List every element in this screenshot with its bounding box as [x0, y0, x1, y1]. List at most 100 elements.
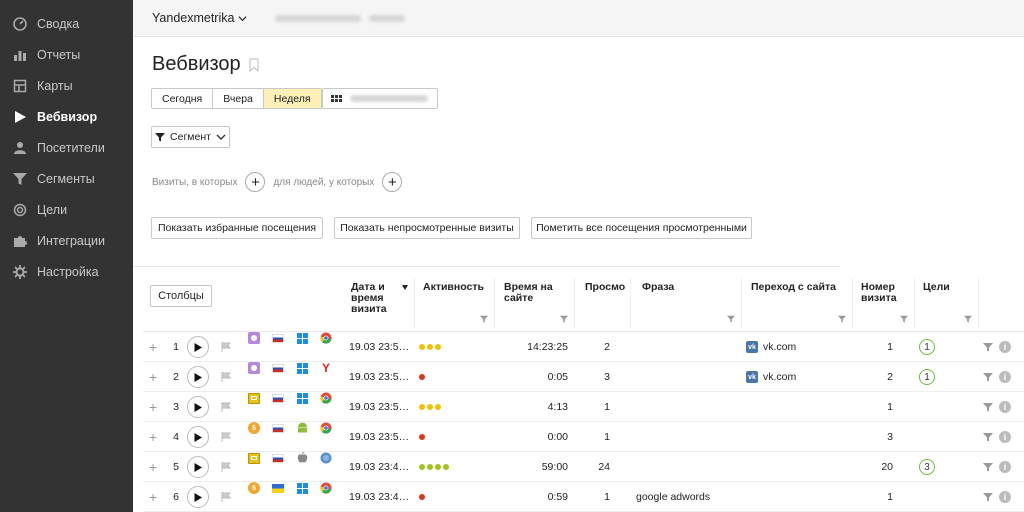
period-yesterday-button[interactable]: Вчера	[212, 89, 263, 108]
header-referrer[interactable]: Переход с сайта	[745, 278, 853, 328]
row-filter-icon[interactable]	[983, 482, 993, 512]
row-number: 4	[173, 431, 179, 443]
sidebar-item-puzzle[interactable]: Интеграции	[0, 225, 133, 256]
table-row[interactable]: +6 $19.03 23:4… 0:59 1 google adwords 1 i	[143, 482, 1024, 512]
expand-row-button[interactable]: +	[149, 452, 157, 482]
top-bar: Yandexmetrika	[133, 0, 1024, 37]
sidebar-item-bar-chart[interactable]: Отчеты	[0, 39, 133, 70]
filter-icon[interactable]	[900, 315, 908, 323]
sidebar-item-label: Интеграции	[37, 233, 106, 248]
direct-icon	[248, 332, 260, 344]
favorite-flag-icon[interactable]	[221, 482, 231, 512]
sidebar-item-user[interactable]: Посетители	[0, 132, 133, 163]
row-filter-icon[interactable]	[983, 422, 993, 452]
columns-button[interactable]: Столбцы	[150, 285, 212, 307]
chrome-icon	[320, 332, 332, 344]
favorite-flag-icon[interactable]	[221, 452, 231, 482]
period-week-button[interactable]: Неделя	[262, 89, 321, 108]
table-row[interactable]: +1 19.03 23:5… 14:23:25 2 vk vk.com 1 1 i	[143, 332, 1024, 362]
table-row[interactable]: +4 $19.03 23:5… 0:00 1 3 i	[143, 422, 1024, 452]
header-phrase[interactable]: Фраза	[636, 278, 742, 328]
filter-icon[interactable]	[964, 315, 972, 323]
expand-row-button[interactable]: +	[149, 392, 157, 422]
row-filter-icon[interactable]	[983, 332, 993, 362]
play-recording-button[interactable]	[187, 366, 209, 388]
favorite-flag-icon[interactable]	[221, 332, 231, 362]
sidebar-item-gear[interactable]: Настройка	[0, 256, 133, 287]
sidebar-item-label: Карты	[37, 78, 73, 93]
expand-row-button[interactable]: +	[149, 422, 157, 452]
bookmark-icon[interactable]	[249, 58, 259, 72]
goals-badge[interactable]: 3	[919, 452, 935, 482]
filter-icon[interactable]	[727, 315, 735, 323]
country-flag-icon	[272, 422, 284, 434]
page-views: 2	[604, 341, 610, 353]
favorite-flag-icon[interactable]	[221, 392, 231, 422]
play-recording-button[interactable]	[187, 336, 209, 358]
time-on-site: 59:00	[541, 461, 568, 473]
expand-row-button[interactable]: +	[149, 332, 157, 362]
show-favorites-button[interactable]: Показать избранные посещения	[151, 217, 323, 239]
header-time-on-site[interactable]: Время на сайте	[498, 278, 575, 328]
row-filter-icon[interactable]	[983, 392, 993, 422]
show-unviewed-button[interactable]: Показать непросмотренные визиты	[334, 217, 520, 239]
expand-row-button[interactable]: +	[149, 482, 157, 512]
favorite-flag-icon[interactable]	[221, 422, 231, 452]
sidebar-item-map[interactable]: Карты	[0, 70, 133, 101]
table-row[interactable]: +3 19.03 23:5… 4:13 1 1 i	[143, 392, 1024, 422]
mark-all-viewed-button[interactable]: Пометить все посещения просмотренными	[531, 217, 752, 239]
visits-table: Столбцы Дата и время визита Активность В…	[133, 278, 1024, 512]
row-number: 3	[173, 401, 179, 413]
play-icon	[12, 109, 28, 125]
activity-indicator	[419, 452, 449, 482]
row-filter-icon[interactable]	[983, 362, 993, 392]
add-visit-condition-button[interactable]: +	[245, 172, 266, 192]
filter-icon[interactable]	[480, 315, 488, 323]
table-row[interactable]: +5 19.03 23:4… 59:00 24 20 3 i	[143, 452, 1024, 482]
search-icon: $	[248, 482, 260, 494]
android-icon	[296, 422, 308, 434]
goals-badge[interactable]: 1	[919, 362, 935, 392]
visit-number: 3	[887, 431, 893, 443]
segment-button[interactable]: Сегмент	[151, 126, 230, 148]
filter-icon[interactable]	[838, 315, 846, 323]
play-recording-button[interactable]	[187, 426, 209, 448]
play-recording-button[interactable]	[187, 486, 209, 508]
info-icon[interactable]: i	[999, 452, 1011, 482]
period-today-button[interactable]: Сегодня	[152, 89, 213, 108]
sidebar-item-funnel[interactable]: Сегменты	[0, 163, 133, 194]
time-on-site: 14:23:25	[527, 341, 568, 353]
date-range-picker[interactable]	[322, 88, 438, 109]
target-icon	[12, 202, 28, 218]
add-people-condition-button[interactable]: +	[382, 172, 403, 192]
period-selector: Сегодня Вчера Неделя	[151, 88, 322, 109]
header-views[interactable]: Просмо	[579, 278, 631, 328]
visit-datetime: 19.03 23:4…	[349, 461, 410, 473]
info-icon[interactable]: i	[999, 482, 1011, 512]
counter-selector[interactable]: Yandexmetrika	[152, 11, 247, 25]
row-filter-icon[interactable]	[983, 452, 993, 482]
info-icon[interactable]: i	[999, 392, 1011, 422]
header-datetime[interactable]: Дата и время визита	[345, 278, 415, 328]
header-activity[interactable]: Активность	[417, 278, 495, 328]
chevron-down-icon	[238, 15, 247, 21]
favorite-flag-icon[interactable]	[221, 362, 231, 392]
header-visit-number[interactable]: Номер визита	[855, 278, 915, 328]
goals-badge[interactable]: 1	[919, 332, 935, 362]
play-recording-button[interactable]	[187, 456, 209, 478]
header-goals[interactable]: Цели	[917, 278, 979, 328]
info-icon[interactable]: i	[999, 362, 1011, 392]
referrer: vk vk.com	[746, 332, 796, 362]
gear-icon	[12, 264, 28, 280]
filter-icon[interactable]	[560, 315, 568, 323]
play-recording-button[interactable]	[187, 396, 209, 418]
table-row[interactable]: +2 Y 19.03 23:5… 0:05 3 vk vk.com 2 1 i	[143, 361, 1024, 392]
info-icon[interactable]: i	[999, 332, 1011, 362]
info-icon[interactable]: i	[999, 422, 1011, 452]
sidebar-item-target[interactable]: Цели	[0, 194, 133, 225]
expand-row-button[interactable]: +	[149, 362, 157, 392]
windows-icon	[296, 332, 308, 344]
row-number: 1	[173, 341, 179, 353]
sidebar-item-play[interactable]: Вебвизор	[0, 101, 133, 132]
sidebar-item-dashboard[interactable]: Сводка	[0, 8, 133, 39]
